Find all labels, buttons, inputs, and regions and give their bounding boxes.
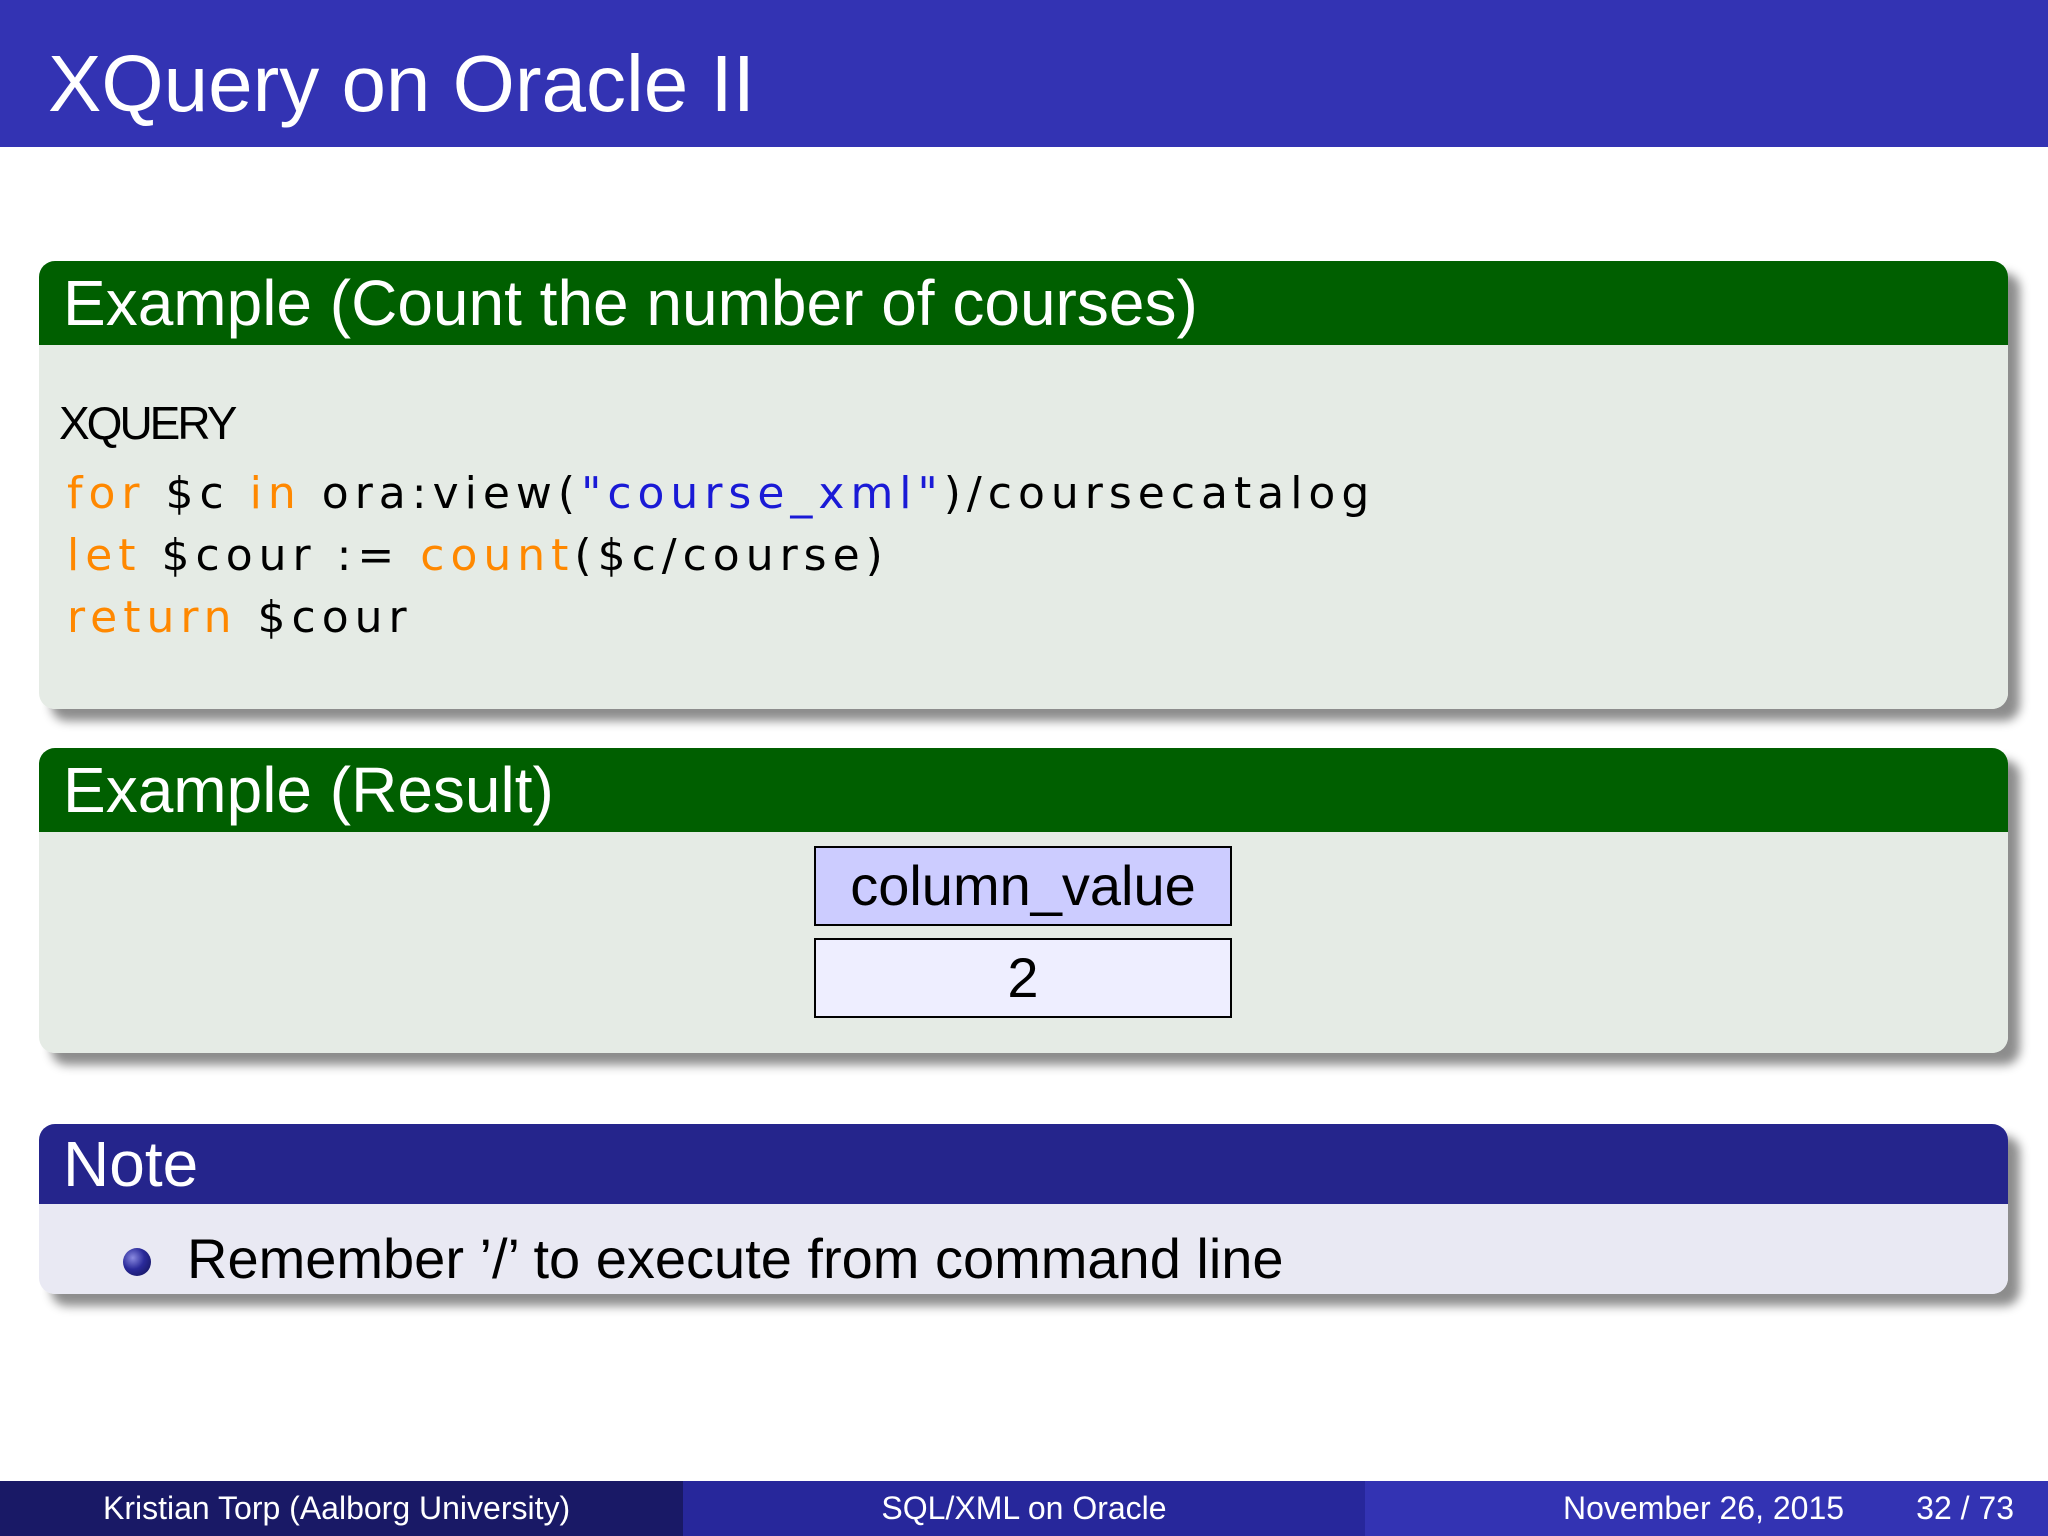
example-result-body: column_value 2 [39, 832, 2008, 1053]
example-result-header-label: Example (Result) [63, 754, 554, 826]
note-body: Remember ’/’ to execute from command lin… [39, 1204, 2008, 1294]
code-call-open: ora:view( [301, 468, 582, 519]
example-query-header: Example (Count the number of courses) [39, 261, 2008, 355]
code-keyword-return: return [67, 592, 238, 643]
footer-date-section: November 26, 2015 32 / 73 [1365, 1481, 2048, 1536]
footer-date: November 26, 2015 [1563, 1490, 1845, 1526]
result-column-header: column_value [814, 846, 1232, 926]
example-query-block: Example (Count the number of courses) XQ… [39, 261, 2008, 709]
code-line-2: let $cour := count($c/course) [67, 525, 889, 587]
example-result-header: Example (Result) [39, 748, 2008, 842]
code-line-3: return $cour [67, 587, 413, 649]
slide-title: XQuery on Oracle II [48, 39, 755, 128]
code-keyword-in: in [249, 468, 302, 519]
footer-author: Kristian Torp (Aalborg University) [103, 1490, 571, 1526]
example-query-body: XQUERY for $c in ora:view("course_xml")/… [39, 345, 2008, 709]
code-call-close: )/coursecatalog [943, 468, 1376, 519]
code-var-cour: $cour [237, 592, 413, 643]
note-header: Note [39, 1124, 2008, 1214]
code-string: "course_xml" [581, 468, 944, 519]
code-var-c: $c [145, 468, 250, 519]
code-keyword-for: for [67, 468, 146, 519]
slide: XQuery on Oracle II Example (Count the n… [0, 0, 2048, 1536]
page-number: 32 / 73 [1916, 1490, 2014, 1526]
footer-title-section: SQL/XML on Oracle [683, 1481, 1365, 1536]
note-header-label: Note [63, 1128, 199, 1200]
code-keyword-let: let [67, 530, 142, 581]
example-result-block: Example (Result) column_value 2 [39, 748, 2008, 1053]
footer: Kristian Torp (Aalborg University) SQL/X… [0, 1481, 2048, 1536]
code-line-1: for $c in ora:view("course_xml")/coursec… [67, 463, 1375, 525]
result-value-cell: 2 [814, 938, 1232, 1018]
code-assign: $cour := [141, 530, 421, 581]
code-args: ($c/course) [574, 530, 889, 581]
example-query-header-label: Example (Count the number of courses) [63, 267, 1198, 339]
footer-author-section: Kristian Torp (Aalborg University) [0, 1481, 683, 1536]
footer-title: SQL/XML on Oracle [881, 1490, 1167, 1526]
bullet-icon [123, 1248, 151, 1276]
xquery-keyword: XQUERY [59, 397, 237, 449]
note-block: Note Remember ’/’ to execute from comman… [39, 1124, 2008, 1294]
note-item: Remember ’/’ to execute from command lin… [187, 1227, 1284, 1290]
title-bar: XQuery on Oracle II [0, 0, 2048, 147]
code-function-count: count [420, 530, 575, 581]
